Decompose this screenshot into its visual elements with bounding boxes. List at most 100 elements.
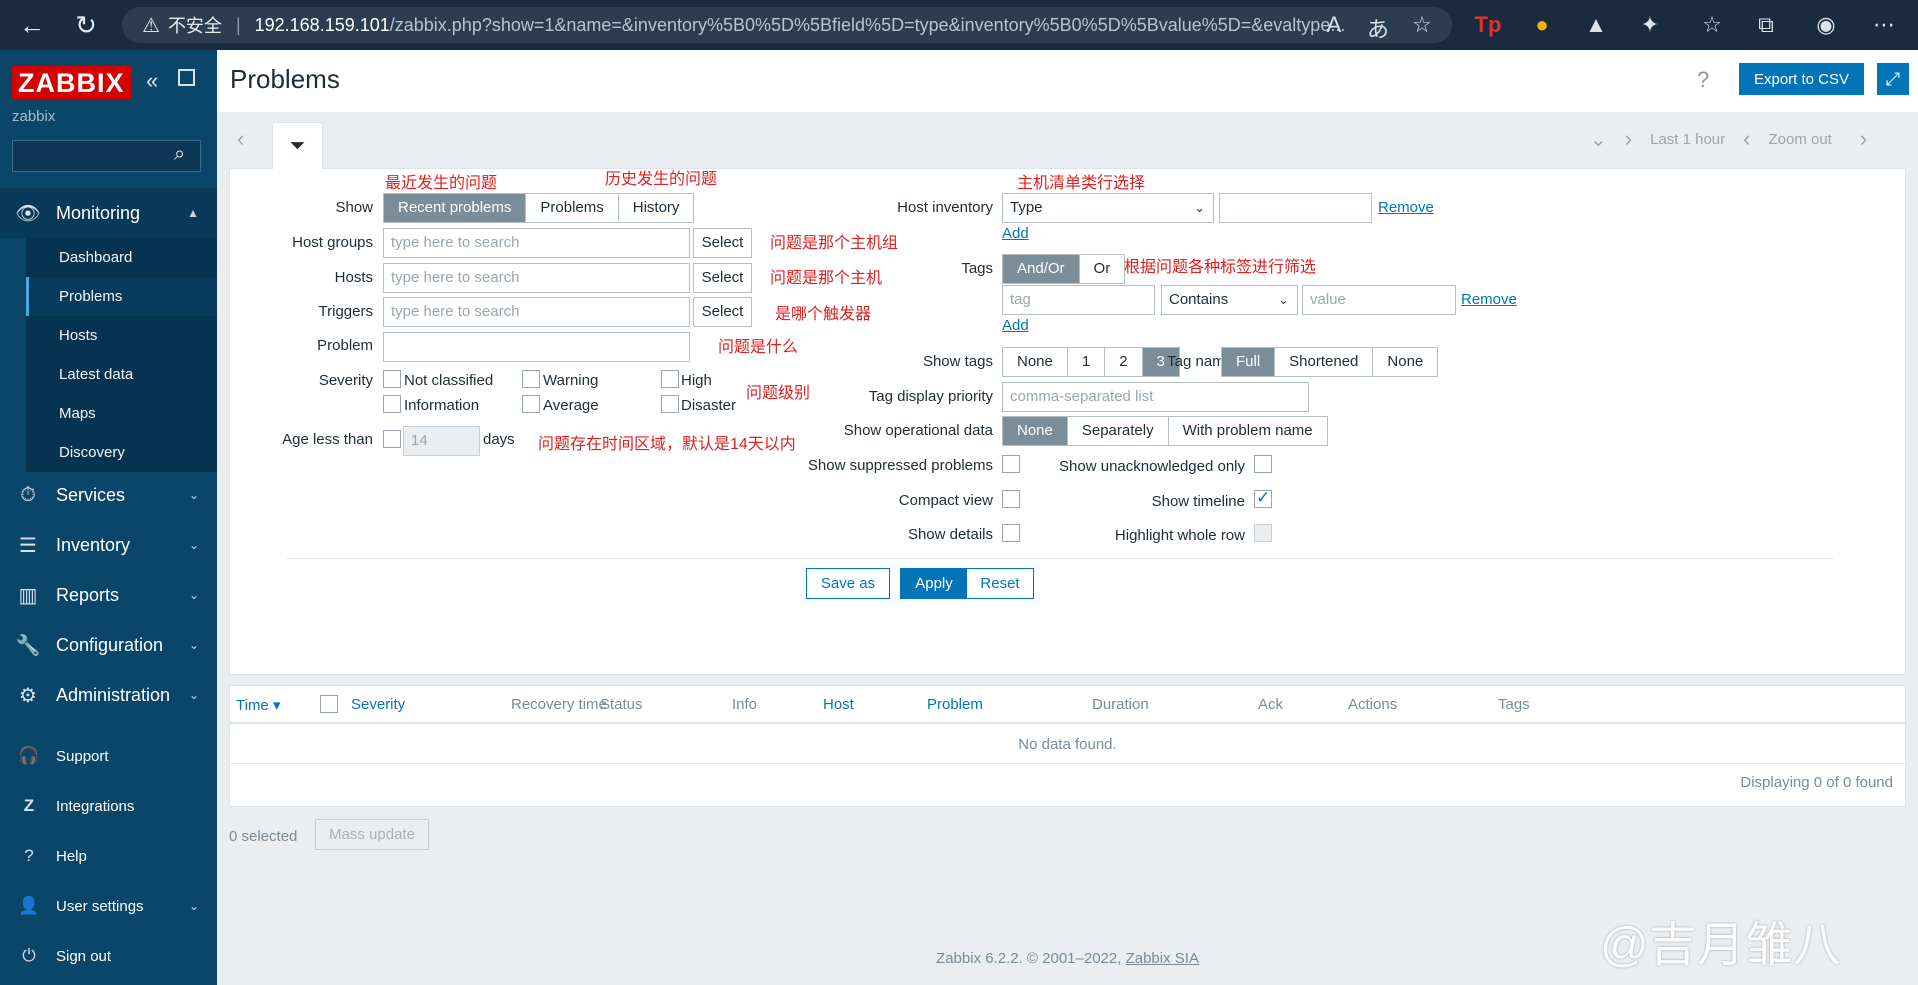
tag-name-input[interactable]: tag xyxy=(1002,285,1155,315)
age-days-input[interactable]: 14 xyxy=(403,426,480,456)
extension-tp-icon[interactable]: Tp xyxy=(1474,12,1502,38)
inventory-value-input[interactable] xyxy=(1219,193,1372,223)
severity-information-checkbox[interactable] xyxy=(383,395,401,413)
chevron-down-icon[interactable]: ⌄ xyxy=(1590,127,1607,152)
hosts-select-button[interactable]: Select xyxy=(693,263,752,293)
tags-or[interactable]: Or xyxy=(1079,255,1125,283)
column-problem[interactable]: Problem xyxy=(927,696,983,713)
refresh-icon[interactable]: ↻ xyxy=(64,0,108,50)
menu-support[interactable]: 🎧 Support xyxy=(0,736,217,776)
host-groups-input[interactable]: type here to search xyxy=(383,228,690,258)
unack-checkbox[interactable] xyxy=(1254,455,1272,473)
opdata-none[interactable]: None xyxy=(1003,417,1068,445)
tag-value-input[interactable]: value xyxy=(1302,285,1456,315)
filter-tab[interactable]: ⏷ xyxy=(272,122,323,169)
submenu-hosts[interactable]: Hosts xyxy=(26,316,217,355)
chevron-right-icon[interactable]: › xyxy=(1625,126,1632,152)
chevron-left-icon[interactable]: ‹ xyxy=(237,126,244,152)
chevron-left-icon[interactable]: ‹ xyxy=(1743,126,1750,152)
column-severity[interactable]: Severity xyxy=(351,696,405,713)
menu-services[interactable]: ⏱ Services ⌄ xyxy=(0,472,217,518)
extension-color-icon[interactable]: ● xyxy=(1528,12,1556,38)
submenu-maps[interactable]: Maps xyxy=(26,394,217,433)
age-checkbox[interactable] xyxy=(383,430,401,448)
suppressed-checkbox[interactable] xyxy=(1002,455,1020,473)
tag-name-shortened[interactable]: Shortened xyxy=(1275,348,1374,376)
collections-icon[interactable]: ⧉ xyxy=(1752,12,1780,38)
more-icon[interactable]: ⋯ xyxy=(1870,12,1898,38)
reset-button[interactable]: Reset xyxy=(966,568,1034,599)
tag-operator-select[interactable]: Contains ⌄ xyxy=(1161,285,1298,315)
back-icon[interactable]: ← xyxy=(10,0,54,50)
show-tags-none[interactable]: None xyxy=(1003,348,1068,376)
tag-name-full[interactable]: Full xyxy=(1222,348,1276,376)
menu-user-settings[interactable]: 👤 User settings ⌄ xyxy=(0,886,217,926)
submenu-dashboard[interactable]: Dashboard xyxy=(26,238,217,277)
zabbix-logo[interactable]: ZABBIX xyxy=(12,66,131,99)
triggers-select-button[interactable]: Select xyxy=(693,297,752,327)
column-host[interactable]: Host xyxy=(823,696,854,713)
chevron-right-icon[interactable]: › xyxy=(1860,126,1867,152)
menu-help[interactable]: ? Help xyxy=(0,836,217,876)
inventory-add-link[interactable]: Add xyxy=(1002,225,1029,242)
apply-button[interactable]: Apply xyxy=(900,568,968,599)
details-checkbox[interactable] xyxy=(1002,524,1020,542)
show-tags-2[interactable]: 2 xyxy=(1105,348,1143,376)
save-as-button[interactable]: Save as xyxy=(806,568,890,599)
add-favorite-icon[interactable]: ☆ xyxy=(1408,12,1436,38)
problem-input[interactable] xyxy=(383,332,690,362)
severity-warning-checkbox[interactable] xyxy=(522,370,540,388)
favorites-icon[interactable]: ☆ xyxy=(1698,12,1726,38)
show-tags-1[interactable]: 1 xyxy=(1067,348,1106,376)
translate-icon[interactable]: あ xyxy=(1364,12,1392,44)
menu-reports[interactable]: ▥ Reports ⌄ xyxy=(0,572,217,618)
sidebar-search-input[interactable] xyxy=(12,140,201,172)
show-problems[interactable]: Problems xyxy=(526,194,619,222)
opdata-with-name[interactable]: With problem name xyxy=(1168,417,1327,445)
search-icon[interactable]: ⌕ xyxy=(174,143,185,166)
extension-mountain-icon[interactable]: ▲ xyxy=(1582,12,1610,38)
tag-name-none[interactable]: None xyxy=(1373,348,1438,376)
severity-disaster-checkbox[interactable] xyxy=(661,395,679,413)
show-recent-problems[interactable]: Recent problems xyxy=(384,194,527,222)
zoom-out-button[interactable]: Zoom out xyxy=(1768,131,1831,148)
extensions-icon[interactable]: ✦ xyxy=(1636,12,1664,38)
opdata-separately[interactable]: Separately xyxy=(1067,417,1169,445)
column-time[interactable]: Time ▾ xyxy=(236,696,280,714)
help-icon[interactable]: ? xyxy=(1697,67,1709,93)
tags-and-or[interactable]: And/Or xyxy=(1003,255,1080,283)
profile-avatar-icon[interactable]: ◉ xyxy=(1812,12,1840,38)
footer-link[interactable]: Zabbix SIA xyxy=(1126,950,1199,967)
collapse-sidebar-icon[interactable]: « xyxy=(146,68,158,94)
submenu-discovery[interactable]: Discovery xyxy=(26,433,217,472)
menu-inventory[interactable]: ☰ Inventory ⌄ xyxy=(0,522,217,568)
fullscreen-icon[interactable]: ⤢ xyxy=(1877,63,1909,95)
host-groups-select-button[interactable]: Select xyxy=(693,228,752,258)
menu-configuration[interactable]: 🔧 Configuration ⌄ xyxy=(0,622,217,668)
hosts-input[interactable]: type here to search xyxy=(383,263,690,293)
show-history[interactable]: History xyxy=(618,194,694,222)
tag-priority-input[interactable]: comma-separated list xyxy=(1002,382,1309,412)
menu-monitoring[interactable]: 👁 Monitoring ▲ xyxy=(0,188,217,238)
inventory-field-select[interactable]: Type ⌄ xyxy=(1002,193,1214,223)
time-range-tab[interactable]: Last 1 hour xyxy=(1650,131,1725,148)
compact-view-checkbox[interactable] xyxy=(1002,490,1020,508)
inventory-remove-link[interactable]: Remove xyxy=(1378,199,1434,216)
menu-sign-out[interactable]: ⏻ Sign out xyxy=(0,936,217,976)
select-all-checkbox[interactable] xyxy=(320,695,338,713)
submenu-problems[interactable]: Problems xyxy=(26,277,217,316)
menu-integrations[interactable]: Z Integrations xyxy=(0,786,217,826)
submenu-latest-data[interactable]: Latest data xyxy=(26,355,217,394)
read-aloud-icon[interactable]: A xyxy=(1320,12,1348,38)
tag-remove-link[interactable]: Remove xyxy=(1461,291,1517,308)
export-csv-button[interactable]: Export to CSV xyxy=(1739,63,1864,95)
triggers-input[interactable]: type here to search xyxy=(383,297,690,327)
severity-not-classified-checkbox[interactable] xyxy=(383,370,401,388)
address-bar[interactable]: ⚠ 不安全 | 192.168.159.101/zabbix.php?show=… xyxy=(122,7,1452,43)
severity-high-checkbox[interactable] xyxy=(661,370,679,388)
menu-administration[interactable]: ⚙ Administration ⌄ xyxy=(0,672,217,718)
timeline-checkbox[interactable] xyxy=(1254,488,1272,508)
tag-add-link[interactable]: Add xyxy=(1002,317,1029,334)
hide-sidebar-icon[interactable] xyxy=(178,69,195,86)
severity-average-checkbox[interactable] xyxy=(522,395,540,413)
